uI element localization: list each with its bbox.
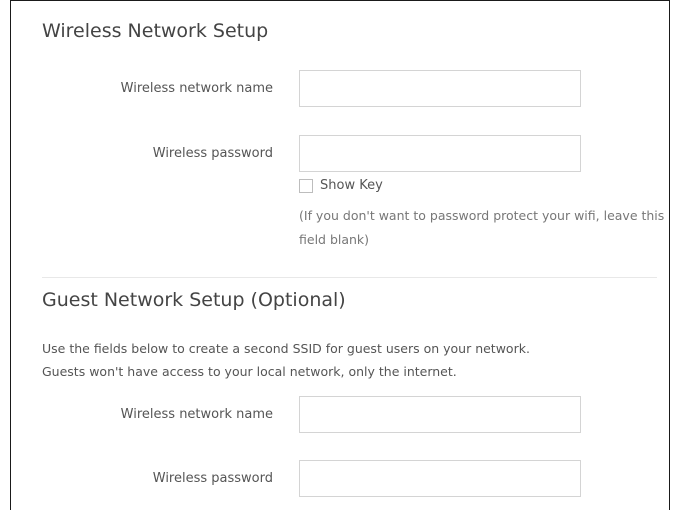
wireless-password-input[interactable] [299,135,581,172]
setup-panel: Wireless Network Setup Wireless network … [10,0,670,510]
guest-network-name-input[interactable] [299,396,581,433]
show-key-label: Show Key [320,178,383,193]
guest-password-label: Wireless password [152,471,273,486]
guest-description-line-2: Guests won't have access to your local n… [42,364,457,379]
password-help-text: (If you don't want to password protect y… [299,208,665,247]
wireless-network-name-label: Wireless network name [120,81,273,96]
guest-setup-description: Use the fields below to create a second … [42,337,667,383]
wireless-setup-title: Wireless Network Setup [42,20,269,42]
section-divider [42,277,657,278]
wireless-network-name-input[interactable] [299,70,581,107]
show-key-toggle[interactable]: Show Key [299,178,383,193]
guest-network-name-label: Wireless network name [120,407,273,422]
guest-password-input[interactable] [299,460,581,497]
wireless-password-label: Wireless password [152,146,273,161]
guest-setup-title: Guest Network Setup (Optional) [42,289,346,311]
show-key-checkbox[interactable] [299,178,313,193]
guest-description-line-1: Use the fields below to create a second … [42,341,530,356]
